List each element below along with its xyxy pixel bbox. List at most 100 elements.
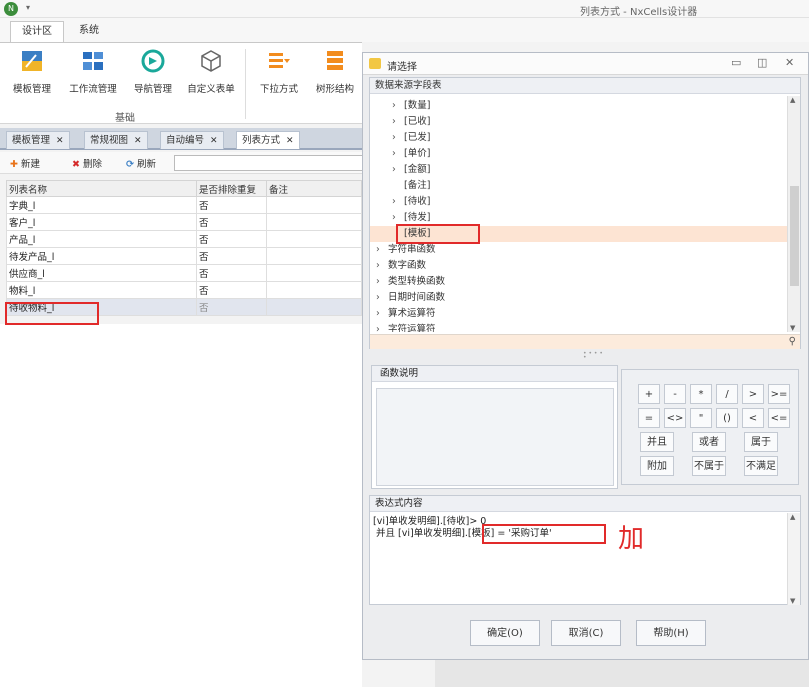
- expression-scrollbar[interactable]: ▲ ▼: [787, 513, 800, 605]
- op-not-satisfy-button[interactable]: 不满足: [744, 456, 778, 476]
- op-in-button[interactable]: 属于: [744, 432, 778, 452]
- op-less-equal-button[interactable]: <=: [768, 408, 790, 428]
- tree-scrollbar[interactable]: ▲ ▼: [787, 96, 800, 332]
- highlight-box: [5, 302, 99, 325]
- close-icon[interactable]: ✕: [286, 136, 294, 146]
- search-icon[interactable]: ⚲: [789, 336, 796, 347]
- tree-item[interactable]: › [单价]: [392, 146, 430, 162]
- maximize-icon[interactable]: ◫: [757, 56, 767, 69]
- doc-tab-list-mode[interactable]: 列表方式 ✕: [236, 131, 300, 149]
- scroll-down-icon[interactable]: ▼: [790, 324, 795, 332]
- op-multiply-button[interactable]: *: [690, 384, 712, 404]
- function-help-body: [376, 388, 614, 486]
- tree-item[interactable]: › [金额]: [392, 162, 430, 178]
- navigation-manage-label: 导航管理: [133, 84, 172, 95]
- tree-item[interactable]: › 类型转换函数: [376, 274, 445, 290]
- tree-item[interactable]: › [已收]: [392, 114, 430, 130]
- new-button[interactable]: ✚ 新建: [10, 156, 40, 170]
- tree-item[interactable]: › [待收]: [392, 194, 430, 210]
- tree-item[interactable]: › 算术运算符: [376, 306, 436, 322]
- table-row[interactable]: 字典_l 否: [6, 196, 362, 214]
- table-row[interactable]: 产品_l 否: [6, 230, 362, 248]
- expression-header: 表达式内容: [370, 496, 800, 512]
- op-or-button[interactable]: 或者: [692, 432, 726, 452]
- table-row[interactable]: 客户_l 否: [6, 213, 362, 231]
- cancel-button[interactable]: 取消(C): [551, 620, 621, 646]
- list-grid: 列表名称 是否排除重复 备注 字典_l 否 客户_l 否 产品_l 否 待发产品_l 否…: [6, 180, 362, 316]
- quick-access-dropdown-icon[interactable]: ▾: [26, 3, 30, 12]
- chevron-right-icon: ›: [392, 100, 396, 111]
- op-parentheses-button[interactable]: (): [716, 408, 738, 428]
- close-icon[interactable]: ✕: [210, 136, 218, 146]
- app-logo-icon: N: [4, 2, 18, 16]
- op-not-equal-button[interactable]: <>: [664, 408, 686, 428]
- search-input[interactable]: [174, 155, 364, 171]
- tab-system[interactable]: 系统: [68, 21, 110, 42]
- op-greater-button[interactable]: >: [742, 384, 764, 404]
- op-quote-button[interactable]: ": [690, 408, 712, 428]
- tree-item[interactable]: [备注]: [404, 178, 430, 194]
- op-and-button[interactable]: 并且: [640, 432, 674, 452]
- op-append-button[interactable]: 附加: [640, 456, 674, 476]
- tree-item[interactable]: › [已发]: [392, 130, 430, 146]
- tree-item-label: 类型转换函数: [388, 276, 446, 287]
- tree-item-label: [待收]: [404, 196, 431, 207]
- window-title: 列表方式 - NxCells设计器: [580, 7, 698, 18]
- tree-structure-button[interactable]: 树形结构: [310, 49, 360, 95]
- close-icon[interactable]: ✕: [56, 136, 64, 146]
- scroll-up-icon[interactable]: ▲: [790, 96, 795, 104]
- chevron-right-icon: ›: [376, 308, 380, 319]
- workflow-manage-label: 工作流管理: [69, 84, 117, 95]
- doc-tab-normal-view[interactable]: 常规视图 ✕: [84, 131, 148, 149]
- tree-item[interactable]: › [数量]: [392, 98, 430, 114]
- tree-item[interactable]: › 字符串函数: [376, 242, 436, 258]
- op-minus-button[interactable]: -: [664, 384, 686, 404]
- list-toolbar: ✚ 新建 ✖ 删除 ⟳ 刷新: [0, 152, 364, 174]
- custom-form-button[interactable]: 自定义表单: [182, 49, 240, 95]
- table-row[interactable]: 供应商_l 否: [6, 264, 362, 282]
- function-help-header: 函数说明: [372, 366, 617, 382]
- tree-item[interactable]: › 日期时间函数: [376, 290, 445, 306]
- splitter-grip[interactable]: • • • • •: [583, 351, 603, 361]
- col-header-remark[interactable]: 备注: [266, 180, 362, 197]
- scroll-down-icon[interactable]: ▼: [790, 597, 795, 605]
- doc-tab-template-manage[interactable]: 模板管理 ✕: [6, 131, 70, 149]
- col-header-list-name[interactable]: 列表名称: [6, 180, 197, 197]
- workflow-icon: [83, 52, 103, 70]
- dropdown-mode-button[interactable]: 下拉方式: [254, 49, 304, 95]
- scroll-up-icon[interactable]: ▲: [790, 513, 795, 521]
- ok-button[interactable]: 确定(O): [470, 620, 540, 646]
- close-icon[interactable]: ✕: [785, 56, 794, 69]
- doc-tab-auto-number[interactable]: 自动编号 ✕: [160, 131, 224, 149]
- cell-name: 字典_l: [6, 196, 197, 214]
- op-divide-button[interactable]: /: [716, 384, 738, 404]
- template-icon: [22, 51, 42, 71]
- cell-name: 产品_l: [6, 230, 197, 248]
- template-manage-button[interactable]: 模板管理: [10, 49, 54, 95]
- op-plus-button[interactable]: +: [638, 384, 660, 404]
- cell-exclude: 否: [196, 230, 267, 248]
- scrollbar-thumb[interactable]: [790, 186, 799, 286]
- op-less-button[interactable]: <: [742, 408, 764, 428]
- table-row[interactable]: 物料_l 否: [6, 281, 362, 299]
- close-icon[interactable]: ✕: [134, 136, 142, 146]
- cell-remark: [266, 247, 362, 265]
- minimize-icon[interactable]: ▭: [731, 56, 741, 69]
- tree-search-input[interactable]: ⚲: [370, 334, 800, 349]
- navigation-manage-button[interactable]: 导航管理: [128, 49, 178, 95]
- dialog-app-icon: [369, 58, 381, 69]
- operator-panel: + - * / > >= = <> " () < <= 并且 或者 属于 附加 …: [621, 369, 799, 485]
- refresh-button[interactable]: ⟳ 刷新: [126, 156, 156, 170]
- tree-item[interactable]: › 数字函数: [376, 258, 426, 274]
- col-header-exclude-duplicate[interactable]: 是否排除重复: [196, 180, 267, 197]
- help-button[interactable]: 帮助(H): [636, 620, 706, 646]
- ribbon-separator: [245, 49, 246, 119]
- workflow-manage-button[interactable]: 工作流管理: [64, 49, 122, 95]
- op-not-in-button[interactable]: 不属于: [692, 456, 726, 476]
- op-equal-button[interactable]: =: [638, 408, 660, 428]
- table-row[interactable]: 待发产品_l 否: [6, 247, 362, 265]
- tab-design-area[interactable]: 设计区: [10, 21, 64, 42]
- op-greater-equal-button[interactable]: >=: [768, 384, 790, 404]
- delete-button[interactable]: ✖ 删除: [72, 156, 102, 170]
- tree-item[interactable]: › 字符运算符: [376, 322, 436, 332]
